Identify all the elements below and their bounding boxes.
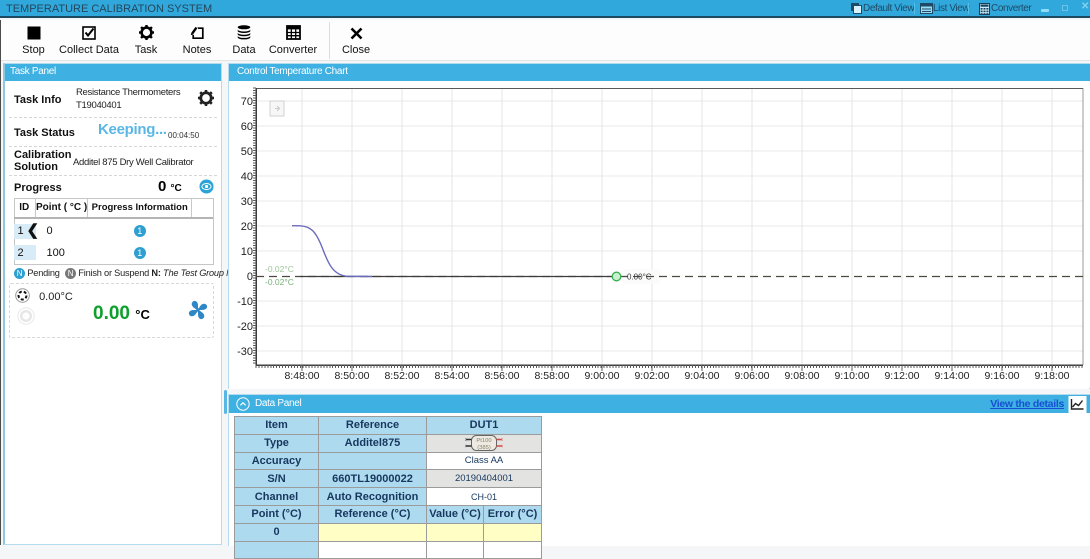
svg-text:9:04:00: 9:04:00 (684, 370, 719, 382)
svg-text:9:14:00: 9:14:00 (934, 370, 969, 382)
svg-text:0: 0 (247, 271, 253, 283)
svg-text:Pt100: Pt100 (476, 438, 491, 444)
svg-text:8:52:00: 8:52:00 (384, 370, 419, 382)
svg-text:-30: -30 (237, 346, 253, 358)
svg-text:8:50:00: 8:50:00 (334, 370, 369, 382)
svg-text:40: 40 (241, 171, 253, 183)
svg-text:20: 20 (241, 221, 253, 233)
svg-text:9:18:00: 9:18:00 (1034, 370, 1069, 382)
svg-text:9:16:00: 9:16:00 (984, 370, 1019, 382)
svg-text:50: 50 (241, 146, 253, 158)
svg-text:8:56:00: 8:56:00 (484, 370, 519, 382)
svg-text:9:06:00: 9:06:00 (734, 370, 769, 382)
svg-text:9:10:00: 9:10:00 (834, 370, 869, 382)
svg-text:0.00°C: 0.00°C (627, 273, 652, 282)
svg-text:70: 70 (241, 96, 253, 108)
svg-text:8:48:00: 8:48:00 (284, 370, 319, 382)
svg-text:-0.02°C: -0.02°C (265, 264, 294, 274)
svg-text:(385): (385) (477, 445, 491, 451)
svg-text:60: 60 (241, 121, 253, 133)
svg-text:-20: -20 (237, 321, 253, 333)
svg-text:-0.02°C: -0.02°C (265, 277, 294, 287)
svg-text:9:12:00: 9:12:00 (884, 370, 919, 382)
svg-text:30: 30 (241, 196, 253, 208)
svg-text:-10: -10 (237, 296, 253, 308)
svg-text:8:58:00: 8:58:00 (534, 370, 569, 382)
svg-text:9:02:00: 9:02:00 (634, 370, 669, 382)
svg-text:10: 10 (241, 246, 253, 258)
svg-text:9:08:00: 9:08:00 (784, 370, 819, 382)
svg-text:8:54:00: 8:54:00 (434, 370, 469, 382)
svg-text:9:00:00: 9:00:00 (584, 370, 619, 382)
